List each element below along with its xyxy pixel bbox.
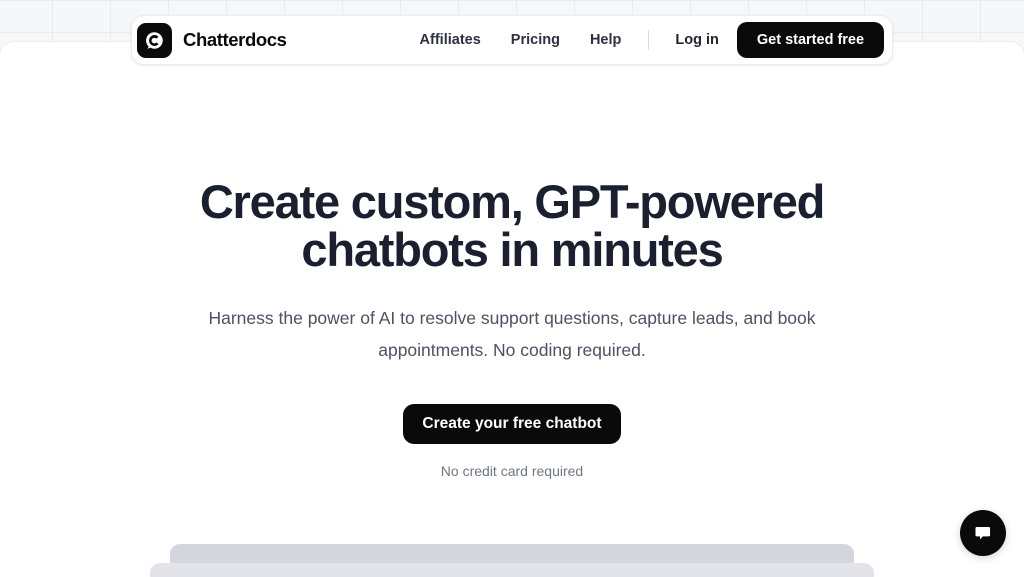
page-title-line-2: chatbots in minutes <box>301 223 723 276</box>
get-started-free-button[interactable]: Get started free <box>736 22 885 58</box>
chat-bubble-icon <box>975 526 991 540</box>
create-free-chatbot-button[interactable]: Create your free chatbot <box>403 404 621 444</box>
site-header: Chatterdocs Affiliates Pricing Help Log … <box>131 15 893 65</box>
login-link[interactable]: Log in <box>675 32 719 48</box>
no-credit-card-note: No credit card required <box>440 463 584 479</box>
page-title: Create custom, GPT-powered chatbots in m… <box>0 178 1024 274</box>
chat-widget-launcher[interactable] <box>960 510 1006 556</box>
page-panel: Create custom, GPT-powered chatbots in m… <box>0 41 1024 577</box>
hero-subtitle: Harness the power of AI to resolve suppo… <box>208 308 816 360</box>
primary-nav: Affiliates Pricing Help <box>420 32 622 48</box>
nav-item-pricing[interactable]: Pricing <box>511 32 560 48</box>
nav-divider <box>648 30 650 50</box>
nav-item-help[interactable]: Help <box>590 32 621 48</box>
brand-name: Chatterdocs <box>183 29 287 50</box>
chat-bubble-c-logo-icon <box>137 22 172 58</box>
nav-item-affiliates[interactable]: Affiliates <box>420 32 481 48</box>
preview-card-middle <box>150 563 874 577</box>
brand-logo-link[interactable]: Chatterdocs <box>137 22 287 58</box>
page-title-line-1: Create custom, GPT-powered <box>199 175 826 228</box>
preview-card-stack <box>0 544 1024 577</box>
